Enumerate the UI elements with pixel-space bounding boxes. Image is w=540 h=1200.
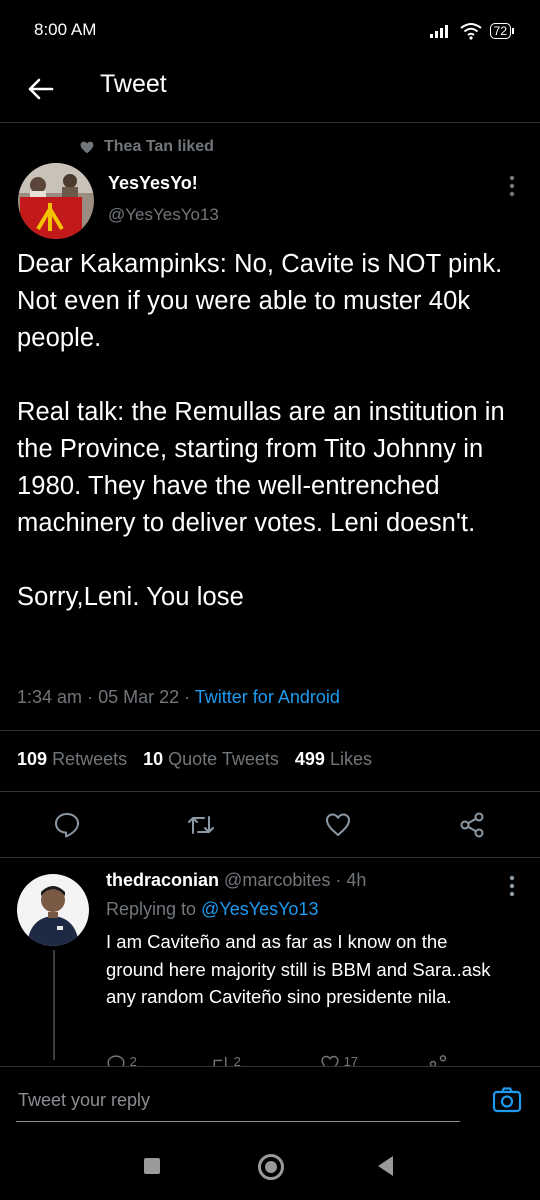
reply-retweet-button[interactable]: 2 xyxy=(210,1054,241,1066)
battery-icon: 72 xyxy=(489,23,514,39)
likes-label: Likes xyxy=(329,749,372,769)
reply-avatar[interactable] xyxy=(17,874,89,946)
retweets-count: 109 xyxy=(17,749,48,769)
reply-reply-count: 2 xyxy=(129,1054,137,1066)
more-vertical-icon xyxy=(509,875,515,897)
meta-separator: · xyxy=(87,687,99,707)
retweets-label: Retweets xyxy=(52,749,128,769)
home-button[interactable] xyxy=(258,1154,284,1180)
meta-separator: · xyxy=(335,870,347,890)
replying-to: Replying to @YesYesYo13 xyxy=(106,899,318,920)
tweet-meta: 1:34 am · 05 Mar 22 · Twitter for Androi… xyxy=(17,687,340,708)
avatar-image xyxy=(18,163,94,239)
retweets-stat[interactable]: 109 Retweets xyxy=(17,749,127,770)
author-name[interactable]: YesYesYo! xyxy=(108,173,198,194)
reply-header: thedraconian @marcobites · 4h xyxy=(106,870,366,891)
signal-icon xyxy=(429,25,448,38)
tweet-date: 05 Mar 22 xyxy=(98,687,180,707)
status-time: 8:00 AM xyxy=(34,20,97,39)
system-nav-bar xyxy=(0,1134,540,1200)
reply-text: I am Caviteño and as far as I know on th… xyxy=(106,931,491,1007)
reply-avatar-image xyxy=(17,874,89,946)
replying-to-label: Replying to xyxy=(106,899,197,919)
wifi-icon xyxy=(460,23,482,40)
tweet-stats: 109 Retweets 10 Quote Tweets 499 Likes xyxy=(0,730,540,792)
reply-author-name[interactable]: thedraconian xyxy=(106,870,219,890)
author-handle[interactable]: @YesYesYo13 xyxy=(108,205,219,225)
system-icons: 72 xyxy=(429,20,514,42)
thread-line xyxy=(53,950,55,1060)
reply-retweet-count: 2 xyxy=(233,1054,241,1066)
retweet-button[interactable] xyxy=(187,811,215,839)
reply-button[interactable] xyxy=(53,811,81,839)
share-icon xyxy=(429,1055,447,1066)
heart-filled-icon xyxy=(80,141,94,153)
avatar[interactable] xyxy=(18,163,94,239)
retweet-icon xyxy=(188,816,214,834)
reply-like-button[interactable]: 17 xyxy=(320,1054,358,1066)
reply-icon xyxy=(107,1055,125,1066)
retweet-icon xyxy=(213,1056,227,1066)
social-context[interactable]: Thea Tan liked xyxy=(80,136,214,158)
reply-age: 4h xyxy=(346,870,367,890)
replying-to-handle[interactable]: @YesYesYo13 xyxy=(201,899,318,919)
more-options-button[interactable] xyxy=(500,172,524,200)
quotes-label: Quote Tweets xyxy=(168,749,279,769)
reply-share-button[interactable] xyxy=(428,1054,448,1066)
reply-author-handle[interactable]: @marcobites xyxy=(224,870,330,890)
camera-icon xyxy=(492,1087,522,1113)
like-button[interactable] xyxy=(324,811,352,839)
reply-reply-button[interactable]: 2 xyxy=(106,1054,137,1066)
battery-level: 72 xyxy=(489,23,511,39)
back-nav-button[interactable] xyxy=(378,1156,393,1176)
page-title: Tweet xyxy=(100,70,167,98)
share-icon xyxy=(460,812,484,838)
tweet-actions xyxy=(0,791,540,858)
app-header: Tweet xyxy=(0,60,540,123)
status-bar: 8:00 AM 72 xyxy=(0,0,540,60)
likes-count: 499 xyxy=(294,749,325,769)
meta-separator: · xyxy=(184,687,195,707)
heart-outline-icon xyxy=(326,813,350,836)
reply-like-count: 17 xyxy=(343,1054,359,1066)
tweet-source-link[interactable]: Twitter for Android xyxy=(195,687,340,707)
quotes-count: 10 xyxy=(143,749,164,769)
reply-actions: 2 2 17 xyxy=(106,1052,466,1066)
reply-composer xyxy=(0,1066,540,1135)
more-vertical-icon xyxy=(509,175,515,197)
tweet-time: 1:34 am xyxy=(17,687,83,707)
social-context-text: Thea Tan liked xyxy=(104,138,214,155)
arrow-left-icon xyxy=(28,78,54,100)
recents-button[interactable] xyxy=(144,1158,160,1174)
likes-stat[interactable]: 499 Likes xyxy=(295,749,372,770)
reply-icon xyxy=(55,813,79,838)
tweet-text: Dear Kakampinks: No, Cavite is NOT pink.… xyxy=(17,250,505,611)
quotes-stat[interactable]: 10 Quote Tweets xyxy=(143,749,279,770)
reply-input[interactable] xyxy=(16,1079,460,1122)
share-button[interactable] xyxy=(458,811,486,839)
back-button[interactable] xyxy=(24,72,58,106)
heart-outline-icon xyxy=(321,1055,339,1066)
reply-more-options-button[interactable] xyxy=(500,872,524,900)
camera-button[interactable] xyxy=(492,1085,522,1115)
